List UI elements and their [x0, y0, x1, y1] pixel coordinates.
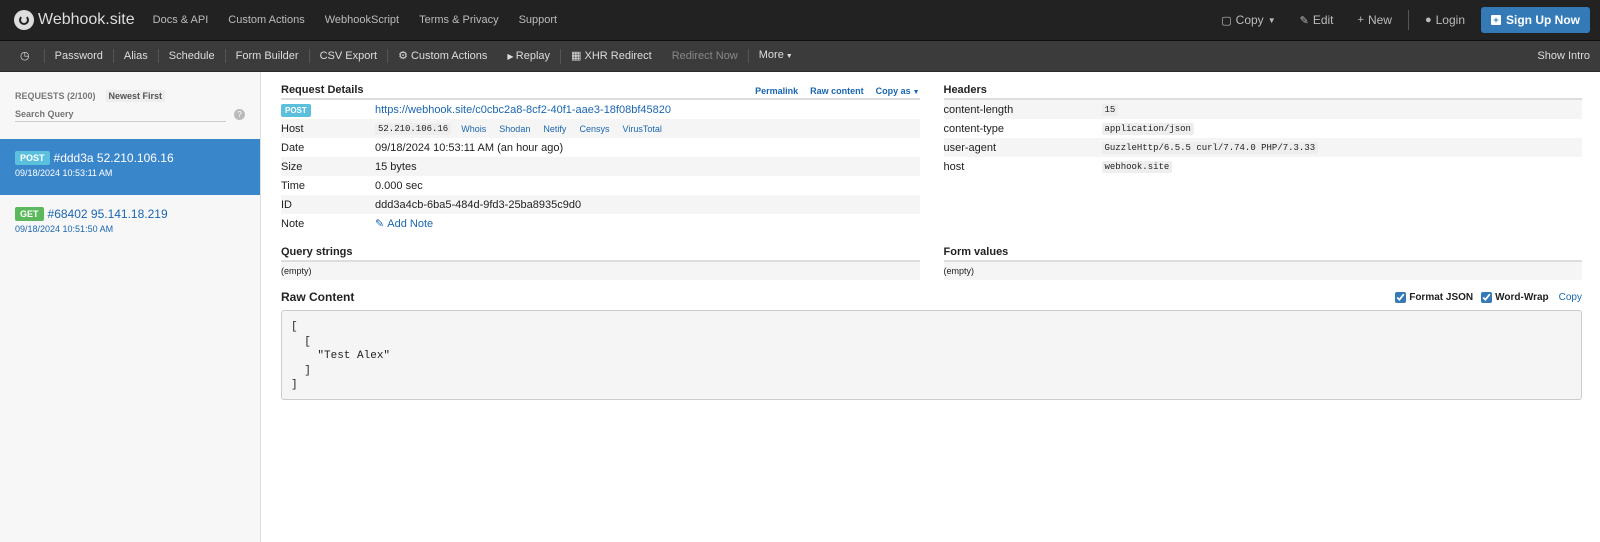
- requests-count: REQUESTS (2/100): [15, 91, 96, 101]
- form-values-title: Form values: [943, 246, 1009, 258]
- query-strings-title: Query strings: [281, 246, 353, 258]
- toolbar-redirect-now[interactable]: Redirect Now: [662, 49, 749, 63]
- shodan-link[interactable]: Shodan: [499, 124, 530, 134]
- show-intro-link[interactable]: Show Intro: [1537, 50, 1590, 62]
- word-wrap-toggle[interactable]: Word-Wrap: [1481, 291, 1549, 303]
- copy-as-dropdown[interactable]: Copy as ▼: [876, 86, 920, 96]
- raw-content-body: [ [ "Test Alex" ] ]: [281, 310, 1582, 400]
- request-url-link[interactable]: https://webhook.site/c0cbc2a8-8cf2-40f1-…: [375, 104, 671, 116]
- toolbar-password[interactable]: Password: [45, 49, 114, 63]
- copy-raw-link[interactable]: Copy: [1559, 292, 1582, 303]
- edit-button[interactable]: ✎ Edit: [1288, 13, 1346, 27]
- method-badge: GET: [15, 207, 44, 221]
- nav-support[interactable]: Support: [509, 14, 568, 26]
- request-item-get[interactable]: GET #68402 95.141.18.219 09/18/2024 10:5…: [0, 195, 260, 251]
- sort-toggle[interactable]: Newest First: [105, 90, 166, 102]
- requests-sidebar: REQUESTS (2/100) Newest First ? POST #dd…: [0, 72, 261, 542]
- login-button[interactable]: ● Login: [1413, 13, 1477, 27]
- request-details-title: Request Details: [281, 84, 364, 96]
- play-icon: ▶: [507, 51, 516, 61]
- header-row: host webhook.site: [944, 157, 1583, 176]
- toolbar-replay[interactable]: ▶ Replay: [497, 48, 562, 64]
- word-wrap-checkbox[interactable]: [1481, 291, 1493, 303]
- pencil-icon: ✎: [375, 218, 388, 230]
- clock-icon[interactable]: ◷: [0, 49, 45, 63]
- webhook-logo-icon: [14, 10, 34, 30]
- nav-custom-actions[interactable]: Custom Actions: [218, 14, 314, 26]
- whois-link[interactable]: Whois: [461, 124, 486, 134]
- header-row: content-length 15: [943, 100, 1582, 119]
- nav-docs-api[interactable]: Docs & API: [143, 14, 219, 26]
- format-json-checkbox[interactable]: [1395, 291, 1407, 303]
- redirect-icon: ▦: [571, 50, 585, 62]
- request-content: Request Details Permalink Raw content Co…: [261, 72, 1600, 542]
- help-icon[interactable]: ?: [234, 109, 245, 120]
- virustotal-link[interactable]: VirusTotal: [623, 124, 662, 134]
- permalink-link[interactable]: Permalink: [755, 86, 798, 96]
- format-json-toggle[interactable]: Format JSON: [1395, 291, 1473, 303]
- search-input[interactable]: [15, 107, 226, 122]
- toolbar-schedule[interactable]: Schedule: [159, 49, 226, 63]
- caret-down-icon: ▼: [1267, 15, 1276, 25]
- host-ip: 52.210.106.16: [375, 122, 452, 135]
- new-button[interactable]: + New: [1346, 13, 1404, 27]
- add-note-link[interactable]: ✎ Add Note: [375, 217, 433, 231]
- toolbar-custom-actions[interactable]: ⚙ Custom Actions: [388, 49, 497, 63]
- detail-row-id: ID ddd3a4cb-6ba5-484d-9fd3-25ba8935c9d0: [281, 195, 920, 214]
- brand-name: Webhook.site: [38, 11, 135, 28]
- method-badge: POST: [15, 151, 50, 165]
- nav-webhookscript[interactable]: WebhookScript: [315, 14, 409, 26]
- header-row: content-type application/json: [944, 119, 1583, 138]
- toolbar-form-builder[interactable]: Form Builder: [226, 49, 310, 63]
- edit-icon: ✎: [1299, 14, 1309, 27]
- caret-down-icon: ▼: [783, 53, 793, 60]
- toolbar-alias[interactable]: Alias: [114, 49, 159, 63]
- plus-square-icon: +: [1491, 15, 1501, 25]
- copy-dropdown-button[interactable]: ▢ Copy ▼: [1209, 13, 1287, 27]
- headers-title: Headers: [943, 84, 987, 96]
- header-row: user-agent GuzzleHttp/6.5.5 curl/7.74.0 …: [943, 138, 1582, 157]
- headers-panel: Headers content-length 15 content-type a…: [943, 84, 1583, 233]
- brand-logo[interactable]: Webhook.site: [14, 10, 135, 30]
- censys-link[interactable]: Censys: [579, 124, 609, 134]
- user-icon: ●: [1424, 14, 1432, 26]
- form-values-panel: Form values (empty): [943, 246, 1582, 280]
- nav-divider: [1407, 10, 1409, 30]
- request-title: #ddd3a 52.210.106.16: [53, 151, 174, 165]
- query-strings-panel: Query strings (empty): [281, 246, 920, 280]
- caret-down-icon: ▼: [910, 89, 920, 96]
- detail-row-host: Host 52.210.106.16 Whois Shodan Netify C…: [281, 119, 920, 138]
- request-time: 09/18/2024 10:53:11 AM: [15, 168, 113, 178]
- gear-icon: ⚙: [398, 50, 411, 62]
- request-details-panel: Request Details Permalink Raw content Co…: [281, 84, 920, 233]
- top-navbar: Webhook.site Docs & API Custom Actions W…: [0, 0, 1600, 41]
- clipboard-icon: ▢: [1221, 14, 1232, 27]
- raw-content-title: Raw Content: [281, 290, 355, 304]
- post-badge: POST: [281, 103, 311, 117]
- nav-terms-privacy[interactable]: Terms & Privacy: [409, 14, 508, 26]
- detail-row-time: Time 0.000 sec: [281, 179, 423, 192]
- toolbar-csv-export[interactable]: CSV Export: [310, 49, 389, 63]
- detail-row-note: Note ✎ Add Note: [281, 217, 434, 231]
- form-values-value: (empty): [943, 262, 1582, 280]
- toolbar-xhr-redirect[interactable]: ▦ XHR Redirect: [561, 49, 662, 63]
- detail-row-size: Size 15 bytes: [281, 157, 920, 176]
- query-strings-value: (empty): [281, 262, 920, 280]
- toolbar-more[interactable]: More ▼: [749, 48, 803, 64]
- request-title: #68402 95.141.18.219: [47, 207, 168, 221]
- netify-link[interactable]: Netify: [543, 124, 566, 134]
- request-time: 09/18/2024 10:51:50 AM: [15, 224, 114, 234]
- sign-up-button[interactable]: + Sign Up Now: [1481, 7, 1590, 33]
- plus-icon: +: [1357, 14, 1364, 26]
- secondary-toolbar: ◷ Password Alias Schedule Form Builder C…: [0, 41, 1600, 72]
- raw-content-link[interactable]: Raw content: [810, 86, 864, 96]
- request-item-post[interactable]: POST #ddd3a 52.210.106.16 09/18/2024 10:…: [0, 139, 260, 195]
- detail-row-url: POST https://webhook.site/c0cbc2a8-8cf2-…: [281, 100, 920, 119]
- detail-row-date: Date 09/18/2024 10:53:11 AM (an hour ago…: [281, 141, 564, 154]
